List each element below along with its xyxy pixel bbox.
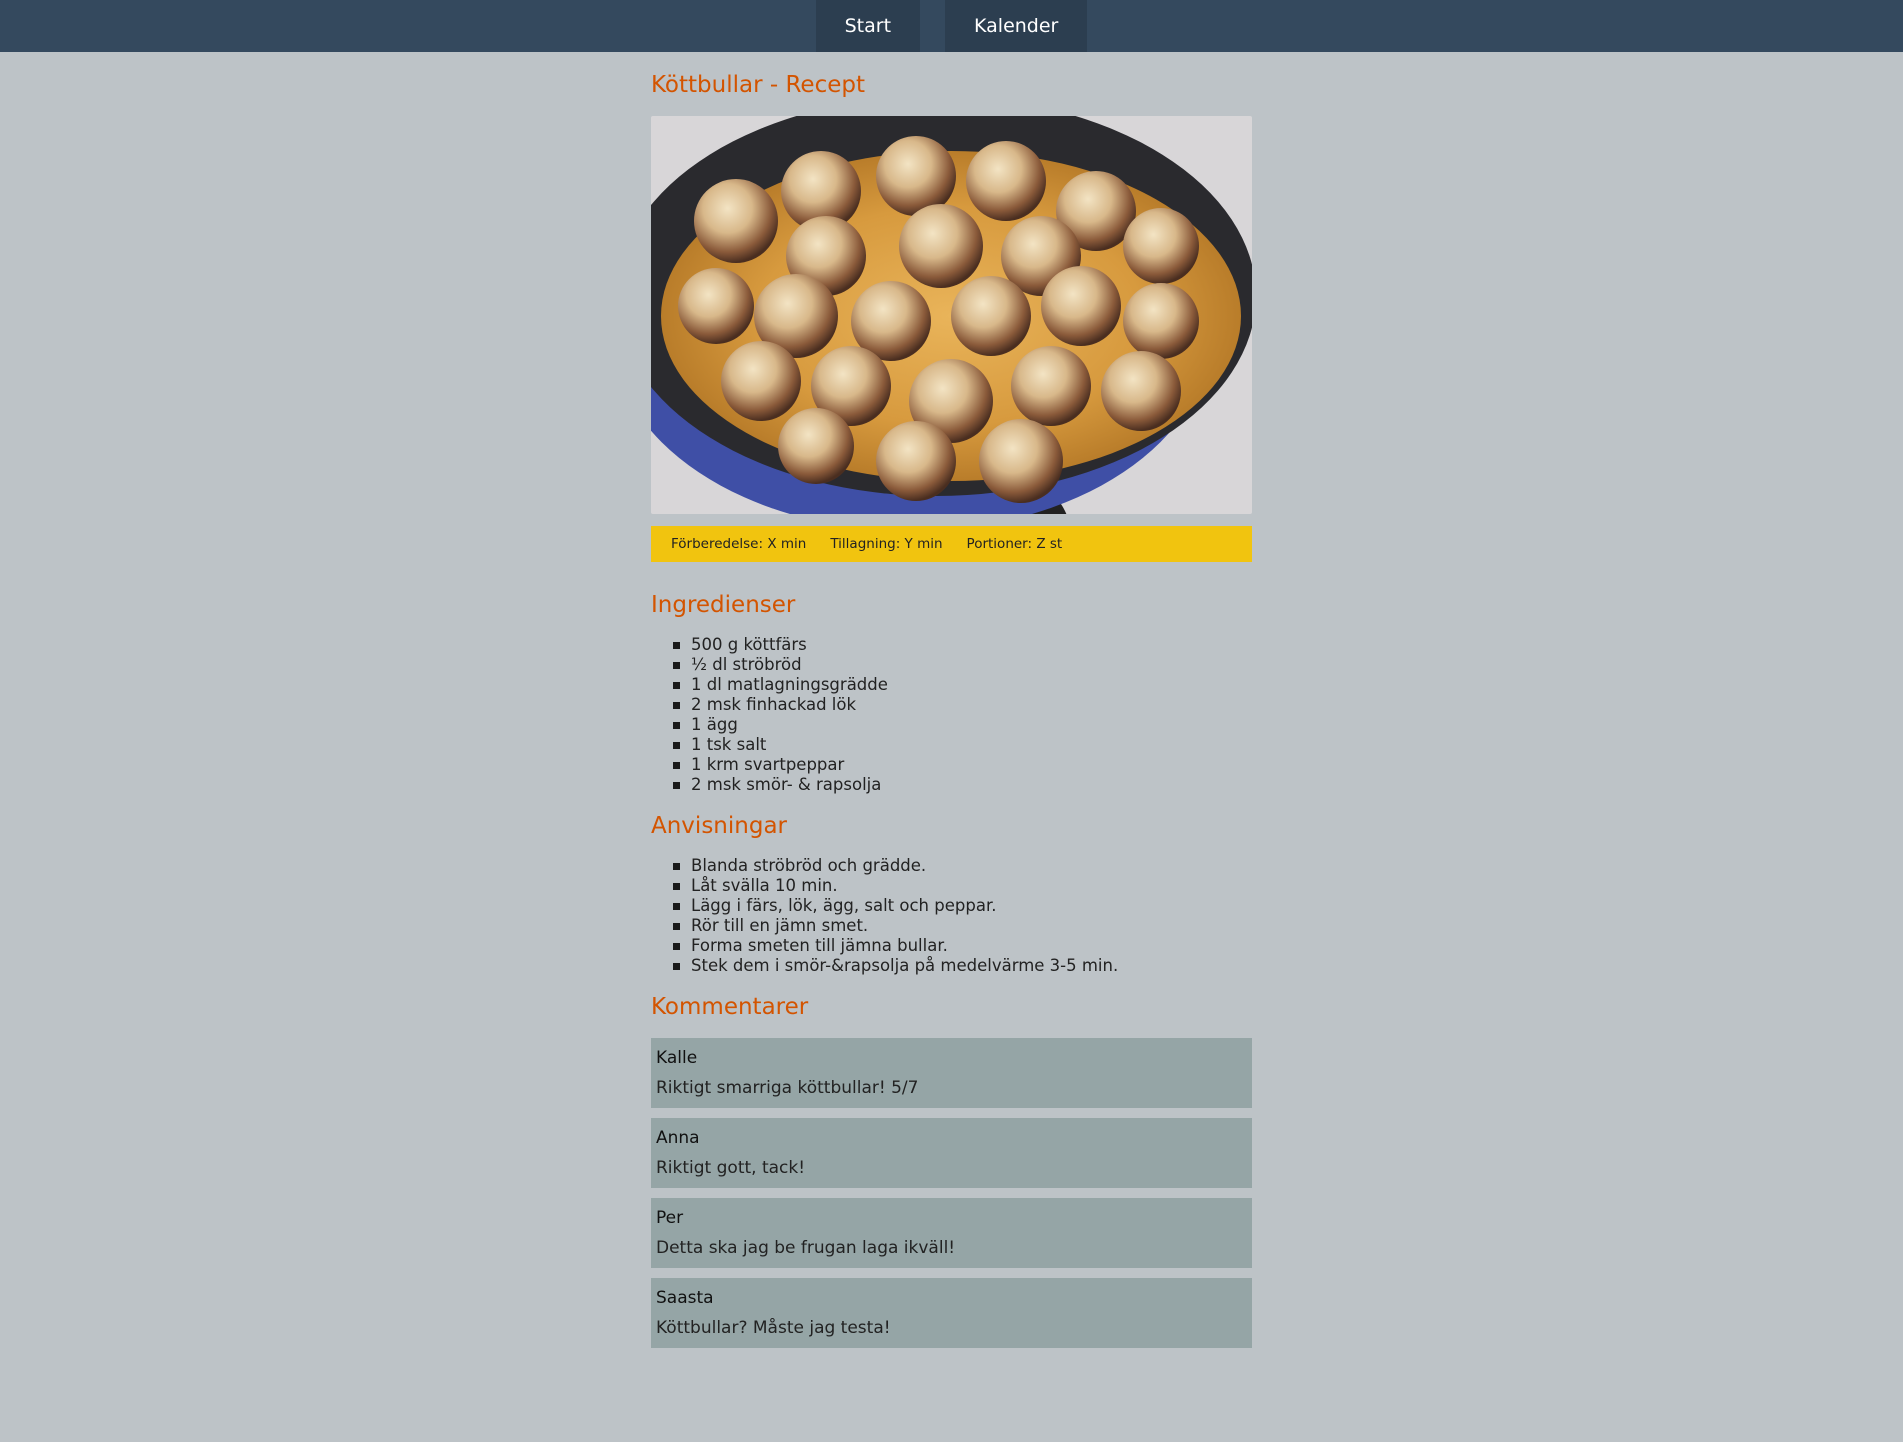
list-item: 2 msk finhackad lök — [673, 695, 1252, 715]
list-item: ½ dl ströbröd — [673, 655, 1252, 675]
bullet-icon — [673, 641, 680, 649]
list-item: 500 g köttfärs — [673, 635, 1252, 655]
comment-text: Riktigt smarriga köttbullar! 5/7 — [656, 1078, 919, 1098]
comment-text: Detta ska jag be frugan laga ikväll! — [656, 1238, 956, 1258]
bullet-icon — [673, 922, 680, 930]
list-item: 1 tsk salt — [673, 735, 1252, 755]
comments-heading: Kommentarer — [651, 994, 809, 1020]
bullet-icon — [673, 681, 680, 689]
list-item: Blanda ströbröd och grädde. — [673, 856, 1252, 876]
list-item: 2 msk smör- & rapsolja — [673, 775, 1252, 795]
comment-card: Per Detta ska jag be frugan laga ikväll! — [651, 1198, 1252, 1268]
bullet-icon — [673, 721, 680, 729]
bullet-icon — [673, 761, 680, 769]
comment-card: Anna Riktigt gott, tack! — [651, 1118, 1252, 1188]
list-item: 1 krm svartpeppar — [673, 755, 1252, 775]
nav-start-button[interactable]: Start — [815, 0, 921, 52]
comment-author: Saasta — [656, 1288, 714, 1308]
list-item: 1 dl matlagningsgrädde — [673, 675, 1252, 695]
bullet-icon — [673, 962, 680, 970]
bullet-icon — [673, 862, 680, 870]
cook-time: Tillagning: Y min — [830, 536, 943, 552]
comment-text: Köttbullar? Måste jag testa! — [656, 1318, 891, 1338]
list-item: Lägg i färs, lök, ägg, salt och peppar. — [673, 896, 1252, 916]
instructions-list: Blanda ströbröd och grädde. Låt svälla 1… — [651, 856, 1252, 976]
recipe-title: Köttbullar - Recept — [651, 72, 865, 98]
list-item: 1 ägg — [673, 715, 1252, 735]
comment-card: Saasta Köttbullar? Måste jag testa! — [651, 1278, 1252, 1348]
bullet-icon — [673, 942, 680, 950]
bullet-icon — [673, 902, 680, 910]
bullet-icon — [673, 701, 680, 709]
instructions-heading: Anvisningar — [651, 813, 787, 839]
ingredients-heading: Ingredienser — [651, 592, 796, 618]
comment-author: Anna — [656, 1128, 700, 1148]
list-item: Rör till en jämn smet. — [673, 916, 1252, 936]
servings: Portioner: Z st — [966, 536, 1063, 552]
ingredients-list: 500 g köttfärs ½ dl ströbröd 1 dl matlag… — [651, 635, 1252, 795]
top-navigation: Start Kalender — [0, 0, 1903, 52]
bullet-icon — [673, 741, 680, 749]
comments-list: Kalle Riktigt smarriga köttbullar! 5/7 A… — [651, 1038, 1252, 1348]
bullet-icon — [673, 661, 680, 669]
list-item: Stek dem i smör-&rapsolja på medelvärme … — [673, 956, 1252, 976]
recipe-content: Köttbullar - Recept Förberedelse: X min … — [651, 52, 1252, 1358]
comment-card: Kalle Riktigt smarriga köttbullar! 5/7 — [651, 1038, 1252, 1108]
bullet-icon — [673, 781, 680, 789]
list-item: Forma smeten till jämna bullar. — [673, 936, 1252, 956]
bullet-icon — [673, 882, 680, 890]
comment-author: Per — [656, 1208, 684, 1228]
comment-text: Riktigt gott, tack! — [656, 1158, 806, 1178]
prep-time: Förberedelse: X min — [671, 536, 807, 552]
recipe-info-bar: Förberedelse: X min Tillagning: Y min Po… — [651, 526, 1252, 562]
list-item: Låt svälla 10 min. — [673, 876, 1252, 896]
nav-calendar-button[interactable]: Kalender — [945, 0, 1088, 52]
comment-author: Kalle — [656, 1048, 698, 1068]
recipe-photo — [651, 116, 1252, 514]
